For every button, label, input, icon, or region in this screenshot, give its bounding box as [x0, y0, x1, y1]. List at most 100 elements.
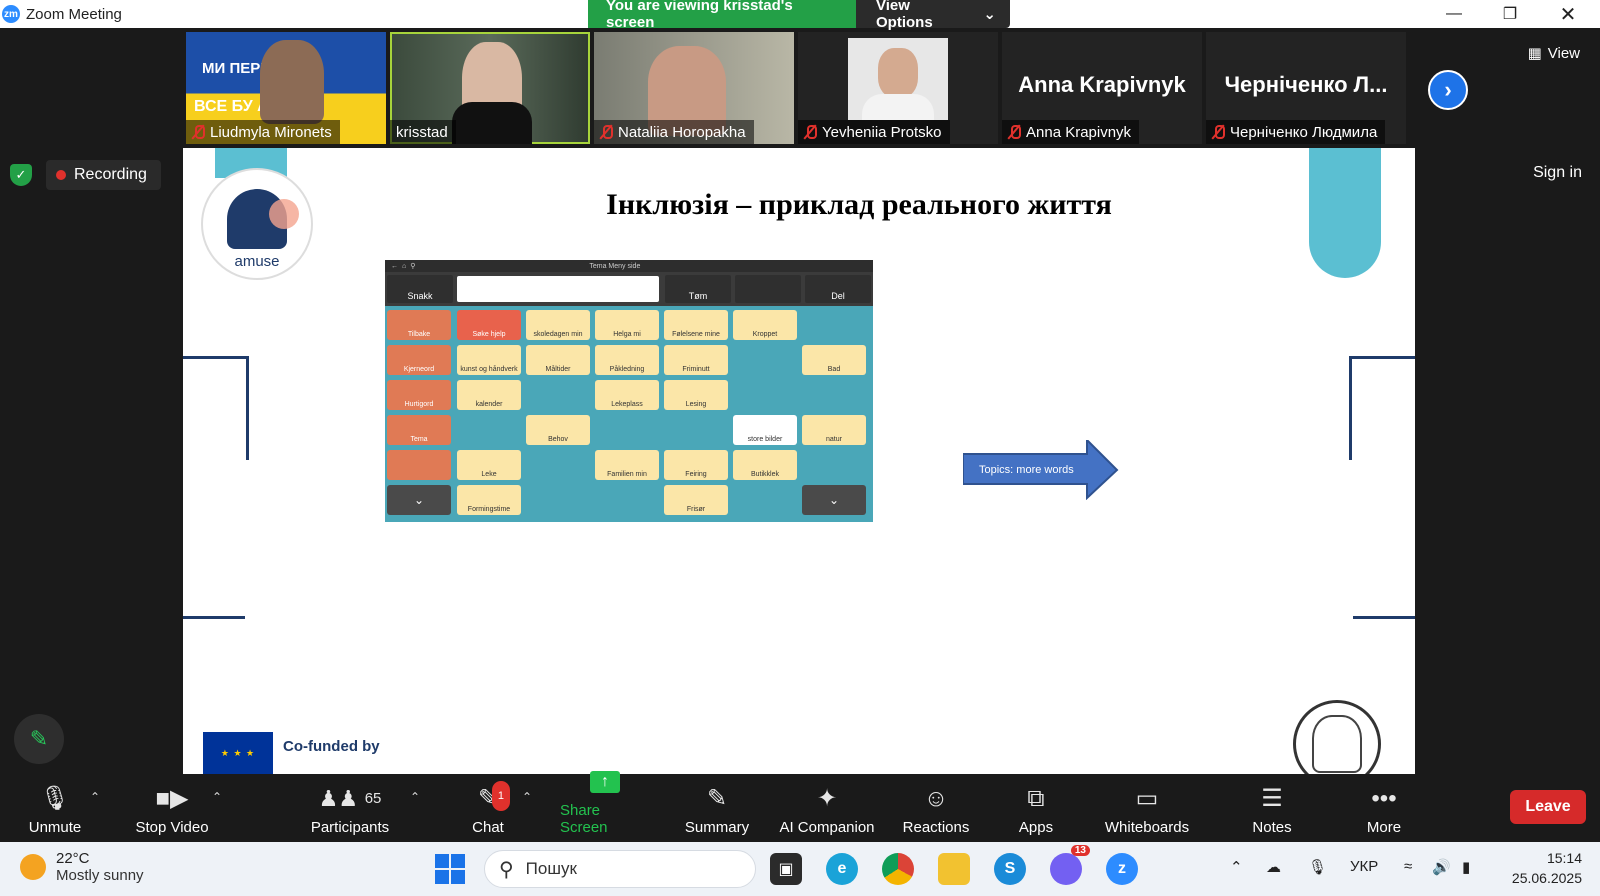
participant-name: Черніченко Людмила — [1206, 120, 1386, 144]
participants-button[interactable]: ♟♟ 65 Participants — [306, 780, 394, 836]
language-indicator[interactable]: УКР — [1350, 858, 1378, 875]
status-area: ✓ Recording — [10, 160, 161, 190]
aac-share-button: Del — [805, 275, 871, 303]
participant-display-name: Anna Krapivnyk — [1018, 72, 1186, 97]
emoji-icon: ☺ — [923, 785, 949, 812]
chat-options-caret-icon[interactable]: ⌃ — [522, 790, 532, 804]
eu-flag-icon: ★ ★ ★ — [203, 732, 273, 774]
leave-button[interactable]: Leave — [1510, 790, 1586, 824]
aac-grid: Tilbake Kjerneord Hurtigord Tema ⌄ Søke hjelp… — [385, 306, 873, 522]
view-options-button[interactable]: View Options ⌄ — [856, 0, 1010, 31]
aac-symbol-cell: skoledagen min — [526, 310, 590, 340]
audio-options-caret-icon[interactable]: ⌃ — [90, 790, 100, 804]
aac-symbol-cell: Frisør — [664, 485, 728, 515]
ai-companion-button[interactable]: ✦ AI Companion — [776, 780, 878, 836]
next-page-button[interactable]: › — [1428, 70, 1468, 110]
close-button[interactable]: ✕ — [1540, 0, 1596, 28]
microphone-icon[interactable]: 🎙 — [1308, 858, 1327, 876]
reactions-button[interactable]: ☺ Reactions — [900, 780, 972, 836]
participant-tile[interactable]: Anna Krapivnyk Anna Krapivnyk — [1002, 32, 1202, 144]
participant-tile[interactable]: krisstad — [390, 32, 590, 144]
cofunded-text: Co-funded by — [283, 738, 380, 755]
aac-symbol-cell: Formingstime — [457, 485, 521, 515]
clock[interactable]: 15:14 25.06.2025 — [1500, 848, 1582, 888]
mic-muted-icon — [1008, 125, 1021, 139]
edge-browser-icon[interactable]: e — [826, 853, 858, 885]
stop-video-label: Stop Video — [135, 819, 209, 836]
weather-condition: Mostly sunny — [56, 867, 144, 884]
recording-indicator[interactable]: Recording — [46, 160, 161, 190]
participant-video — [452, 102, 532, 144]
participant-name: Nataliia Horopakha — [594, 120, 754, 144]
taskbar-search[interactable]: ⚲ Пошук — [484, 850, 756, 888]
skype-icon[interactable]: S — [994, 853, 1026, 885]
aac-symbol-cell: Behov — [526, 415, 590, 445]
aac-symbol-cell: Leke — [457, 450, 521, 480]
aac-delete-word-button — [735, 275, 801, 303]
aac-side-button: Tilbake — [387, 310, 451, 340]
decorative-line — [183, 616, 245, 619]
unmute-button[interactable]: 🎙 Unmute — [26, 780, 84, 836]
video-camera-icon: ■▶ — [155, 785, 189, 812]
restore-button[interactable]: ❐ — [1482, 0, 1538, 28]
chrome-browser-icon[interactable] — [882, 853, 914, 885]
more-button[interactable]: ••• More — [1364, 780, 1404, 836]
video-options-caret-icon[interactable]: ⌃ — [212, 790, 222, 804]
home-icon: ⌂ — [402, 262, 407, 270]
task-view-icon[interactable]: ▣ — [770, 853, 802, 885]
weather-widget[interactable]: 22°C Mostly sunny — [20, 850, 144, 884]
windows-logo-icon — [435, 854, 465, 884]
sign-in-link[interactable]: Sign in — [1533, 164, 1582, 182]
view-button[interactable]: ▦ View — [1527, 44, 1580, 63]
notes-button[interactable]: ☰ Notes — [1250, 780, 1294, 836]
chat-label: Chat — [472, 819, 504, 836]
grid-icon: ▦ — [1527, 45, 1542, 62]
apps-button[interactable]: ⧉ Apps — [1016, 780, 1056, 836]
aac-speak-button: Snakk — [387, 275, 453, 303]
decorative-bracket — [1349, 356, 1415, 460]
participant-tile[interactable]: Черніченко Л... Черніченко Людмила — [1206, 32, 1406, 144]
battery-icon[interactable]: ▮ — [1462, 858, 1470, 876]
stop-video-button[interactable]: ■▶ Stop Video — [130, 780, 214, 836]
reactions-label: Reactions — [902, 819, 970, 836]
start-button[interactable] — [434, 853, 466, 885]
participant-video — [260, 40, 324, 124]
aac-side-button: Hurtigord — [387, 380, 451, 410]
whiteboards-button[interactable]: ▭ Whiteboards — [1102, 780, 1192, 836]
annotate-pencil-icon[interactable]: ✎ — [14, 714, 64, 764]
mic-muted-icon — [1212, 125, 1225, 139]
cloud-icon[interactable]: ☁ — [1266, 858, 1281, 876]
unmute-label: Unmute — [28, 819, 82, 836]
chat-button[interactable]: ✎ 1 Chat — [468, 780, 511, 836]
aac-scroll-down-icon: ⌄ — [387, 485, 451, 515]
topics-arrow: Topics: more words — [963, 440, 1119, 500]
share-screen-button[interactable]: ↑ Share Screen — [560, 771, 650, 836]
wifi-icon[interactable]: ≈ — [1404, 858, 1412, 875]
viber-icon[interactable]: 13 — [1050, 845, 1090, 885]
summary-button[interactable]: ✎ Summary — [682, 780, 752, 836]
search-placeholder: Пошук — [525, 859, 577, 878]
zoom-taskbar-icon[interactable]: z — [1106, 853, 1138, 885]
whiteboard-icon: ▭ — [1135, 785, 1159, 812]
summary-icon: ✎ — [706, 785, 728, 812]
participant-tile[interactable]: Nataliia Horopakha — [594, 32, 794, 144]
participant-display-name: Черніченко Л... — [1224, 72, 1388, 97]
participant-tile[interactable]: МИ ПЕРЕ ЕМО! ВСЕ БУ АЇНА! Liudmyla Miron… — [186, 32, 386, 144]
decorative-bracket — [183, 356, 249, 460]
participants-label: Participants — [310, 819, 390, 836]
volume-icon[interactable]: 🔊 — [1432, 858, 1451, 876]
window-title: Zoom Meeting — [26, 5, 122, 23]
participant-photo — [848, 38, 948, 120]
minimize-button[interactable]: — — [1426, 0, 1482, 28]
back-icon: ← — [391, 262, 398, 270]
participants-options-caret-icon[interactable]: ⌃ — [410, 790, 420, 804]
file-explorer-icon[interactable] — [938, 853, 970, 885]
mic-muted-icon — [192, 125, 205, 139]
participant-tile[interactable]: Yevheniia Protsko — [798, 32, 998, 144]
tray-overflow-icon[interactable]: ⌃ — [1230, 858, 1243, 876]
aac-symbol-cell: Lekeplass — [595, 380, 659, 410]
aac-symbol-cell: Påkledning — [595, 345, 659, 375]
aac-symbol-cell: Feiring — [664, 450, 728, 480]
shield-icon[interactable]: ✓ — [10, 164, 32, 186]
participant-strip: МИ ПЕРЕ ЕМО! ВСЕ БУ АЇНА! Liudmyla Miron… — [186, 32, 1406, 144]
